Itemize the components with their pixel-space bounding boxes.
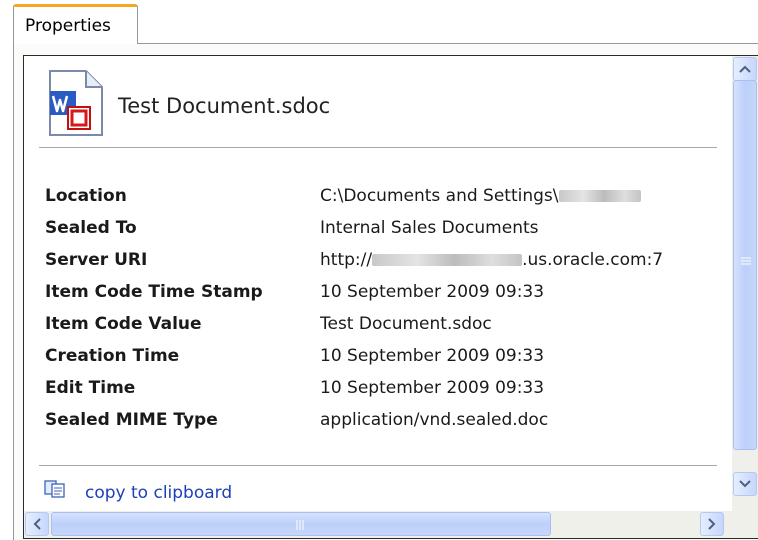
properties-content: Test Document.sdoc Location C:\Documents… bbox=[24, 56, 732, 511]
redacted-text bbox=[372, 254, 523, 266]
tab-properties[interactable]: Properties bbox=[13, 4, 138, 44]
property-value: http://.us.oracle.com:7 bbox=[320, 250, 664, 270]
property-label: Creation Time bbox=[45, 346, 180, 366]
scroll-right-button[interactable] bbox=[700, 512, 724, 536]
chevron-right-icon bbox=[708, 518, 716, 530]
chevron-down-icon bbox=[739, 480, 751, 488]
property-label: Sealed MIME Type bbox=[45, 410, 218, 430]
scroll-down-button[interactable] bbox=[733, 472, 757, 496]
copy-icon bbox=[44, 480, 65, 498]
property-value: Test Document.sdoc bbox=[320, 314, 492, 334]
scrollbar-corner bbox=[732, 511, 758, 538]
chevron-left-icon bbox=[33, 518, 41, 530]
redacted-text bbox=[558, 190, 641, 202]
horizontal-scrollbar[interactable] bbox=[24, 511, 732, 538]
property-value: 10 September 2009 09:33 bbox=[320, 346, 545, 366]
horizontal-scroll-thumb[interactable] bbox=[51, 512, 551, 536]
scroll-left-button[interactable] bbox=[25, 512, 49, 536]
property-label: Sealed To bbox=[45, 218, 137, 238]
copy-to-clipboard-label: copy to clipboard bbox=[85, 483, 233, 503]
property-label: Edit Time bbox=[45, 378, 136, 398]
document-title: Test Document.sdoc bbox=[118, 94, 331, 118]
property-value: Internal Sales Documents bbox=[320, 218, 539, 238]
vertical-scroll-thumb[interactable] bbox=[733, 80, 757, 450]
property-label: Item Code Value bbox=[45, 314, 202, 334]
property-label: Server URI bbox=[45, 250, 148, 270]
divider-bottom bbox=[39, 465, 717, 466]
scroll-up-button[interactable] bbox=[733, 57, 757, 81]
chevron-up-icon bbox=[739, 65, 751, 73]
property-label: Location bbox=[45, 186, 127, 206]
properties-view: Test Document.sdoc Location C:\Documents… bbox=[23, 55, 758, 539]
vertical-scrollbar[interactable] bbox=[732, 56, 758, 511]
property-value: C:\Documents and Settings\ bbox=[320, 186, 641, 206]
sealed-word-document-icon bbox=[49, 70, 103, 136]
property-value: 10 September 2009 09:33 bbox=[320, 378, 545, 398]
grip-icon bbox=[296, 520, 304, 530]
divider-top bbox=[39, 147, 717, 148]
grip-icon bbox=[741, 257, 751, 265]
property-value: 10 September 2009 09:33 bbox=[320, 282, 545, 302]
tab-properties-label: Properties bbox=[25, 16, 111, 36]
property-label: Item Code Time Stamp bbox=[45, 282, 263, 302]
property-value: application/vnd.sealed.doc bbox=[320, 410, 549, 430]
